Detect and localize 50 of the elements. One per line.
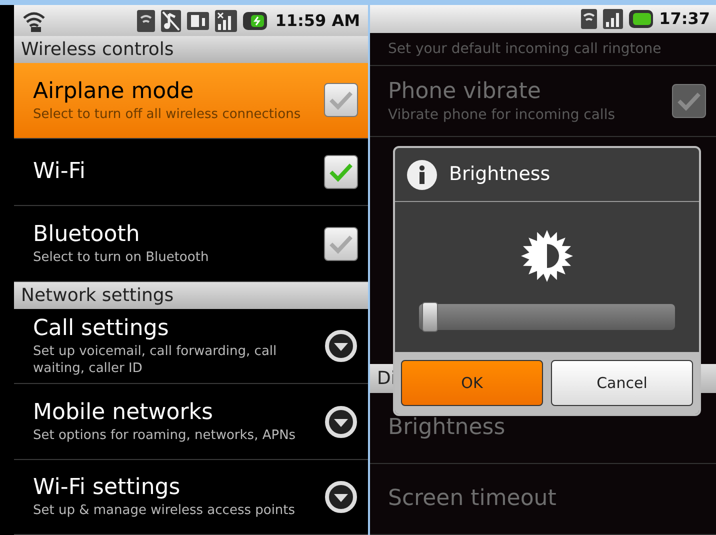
settings-item[interactable]: Wi-Fi settings Set up & manage wireless access points	[14, 460, 368, 535]
item-title: Screen timeout	[388, 485, 556, 514]
item-title: Bluetooth	[33, 221, 141, 250]
dialog-button[interactable]: OK	[401, 360, 543, 406]
check-icon	[329, 162, 353, 182]
item-subtitle: Vibrate phone for incoming calls	[388, 106, 616, 124]
item-subtitle: Set up & manage wireless access points	[33, 502, 296, 520]
battery-charging-icon	[243, 12, 268, 30]
check-icon	[329, 90, 353, 110]
item-title: Mobile networks	[33, 399, 214, 427]
item-title: Wi-Fi settings	[33, 474, 182, 502]
item-subtitle: Select to turn on Bluetooth	[33, 249, 210, 266]
checkbox[interactable]	[324, 155, 358, 190]
item-title: Phone vibrate	[388, 78, 542, 106]
wifi-icon	[22, 10, 46, 32]
slider-thumb[interactable]	[422, 302, 438, 332]
checkbox[interactable]	[672, 84, 706, 118]
settings-item[interactable]: Airplane mode Select to turn off all wireless connections	[14, 63, 368, 139]
wifi-icon	[137, 10, 156, 32]
wifi-icon	[581, 8, 598, 29]
battery-icon	[629, 10, 654, 28]
check-icon	[329, 234, 353, 254]
item-title: Wi-Fi	[33, 158, 86, 186]
sd-card-icon	[187, 10, 210, 32]
signal-icon	[215, 10, 238, 32]
item-title: Airplane mode	[33, 78, 195, 106]
section-header: Network settings	[14, 282, 368, 310]
dropdown-circle-icon	[324, 404, 358, 438]
brightness-icon	[521, 230, 573, 282]
dropdown-circle-icon	[324, 480, 358, 514]
settings-item[interactable]: Wi-Fi	[14, 138, 368, 206]
music-note-icon	[161, 10, 182, 32]
info-icon	[407, 160, 437, 190]
item-title: Brightness	[388, 414, 506, 442]
check-icon	[677, 91, 701, 112]
dropdown-circle-icon	[324, 329, 358, 364]
dialog-button[interactable]: Cancel	[551, 360, 693, 406]
item-title: Call settings	[33, 315, 170, 344]
brightness-slider[interactable]	[419, 304, 675, 330]
checkbox[interactable]	[324, 226, 358, 261]
item-subtitle: Select to turn off all wireless connections	[33, 106, 302, 123]
clock-time: 11:59 AM	[275, 10, 360, 32]
item-subtitle: Set options for roaming, networks, APNs	[33, 427, 297, 444]
clock-time: 17:37	[659, 8, 710, 30]
checkbox[interactable]	[324, 83, 358, 118]
signal-icon	[603, 8, 624, 29]
item-subtitle: Set up voicemail, call forwarding, call waiting, caller ID	[33, 343, 278, 378]
section-header: Wireless controls	[14, 36, 368, 64]
item-subtitle: Set your default incoming call ringtone	[388, 40, 662, 58]
dialog-title: Brightness	[449, 162, 550, 188]
